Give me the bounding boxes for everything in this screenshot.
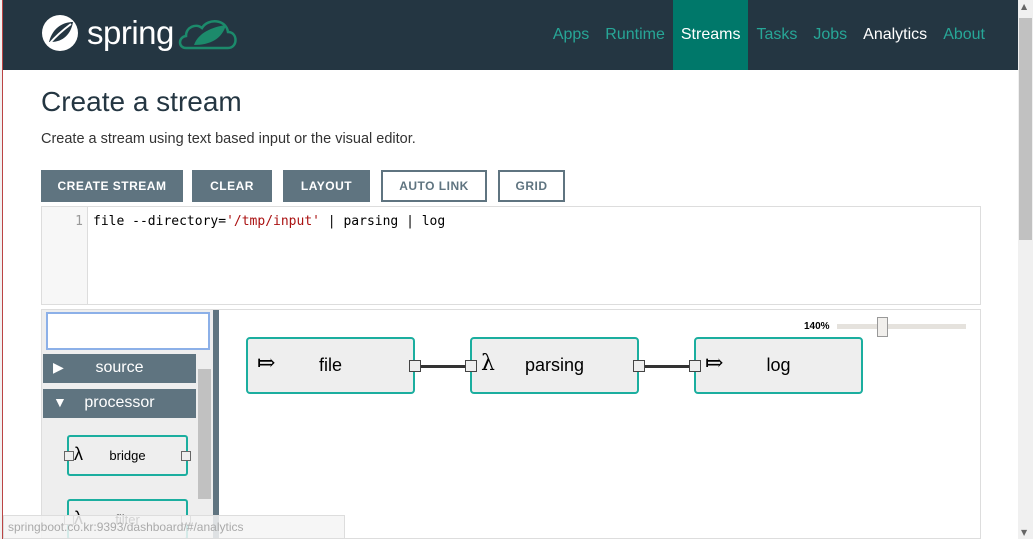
node-label: parsing <box>524 355 585 375</box>
nav-jobs[interactable]: Jobs <box>805 0 855 70</box>
link-parsing-log[interactable] <box>643 365 695 368</box>
cloud-leaf-icon <box>178 20 237 50</box>
group-label: source <box>95 359 144 376</box>
input-port[interactable] <box>465 360 477 372</box>
nav-tasks[interactable]: Tasks <box>748 0 805 70</box>
scrollbar-thumb[interactable] <box>198 369 211 499</box>
scroll-up-icon[interactable]: ▲ <box>1021 2 1027 11</box>
code-string: '/tmp/input' <box>226 214 320 229</box>
node-label: file <box>318 355 342 375</box>
page-scrollbar[interactable]: ▲ ▼ <box>1018 0 1033 539</box>
brand-name: spring <box>87 14 174 51</box>
zoom-slider[interactable] <box>837 324 966 329</box>
node-parsing[interactable]: λ parsing <box>470 337 639 394</box>
output-port[interactable] <box>633 360 645 372</box>
scroll-down-icon[interactable]: ▼ <box>1021 528 1027 537</box>
zoom-label: 140% <box>804 321 830 332</box>
spring-leaf-icon <box>42 15 78 51</box>
line-number: 1 <box>42 207 88 304</box>
nav-apps[interactable]: Apps <box>545 0 597 70</box>
node-label: log <box>766 355 791 375</box>
node-file[interactable]: ⤇ file <box>246 337 415 394</box>
output-port <box>181 451 191 461</box>
page-subtitle: Create a stream using text based input o… <box>41 131 416 147</box>
main-nav: Apps Runtime Streams Tasks Jobs Analytic… <box>545 0 993 70</box>
app-header: spring Apps Runtime Streams Tasks Jobs A… <box>3 0 1018 70</box>
stream-text-editor[interactable]: 1 file --directory='/tmp/input' | parsin… <box>41 206 981 305</box>
stream-definition[interactable]: file --directory='/tmp/input' | parsing … <box>93 214 445 229</box>
grid-button[interactable]: GRID <box>498 170 565 202</box>
zoom-slider-handle[interactable] <box>877 317 888 337</box>
output-port[interactable] <box>409 360 421 372</box>
nav-analytics[interactable]: Analytics <box>855 0 935 70</box>
palette-group-source[interactable]: ▶ source <box>43 354 196 383</box>
group-label: processor <box>84 394 155 411</box>
palette-scrollbar[interactable] <box>198 354 211 538</box>
code-text: | parsing | log <box>319 214 446 229</box>
node-log[interactable]: ⤇ log <box>694 337 863 394</box>
input-port[interactable] <box>689 360 701 372</box>
page-title: Create a stream <box>41 86 242 117</box>
visual-editor: ▶source ▼processor λ bridge λ filter 140… <box>41 309 981 539</box>
palette-group-processor[interactable]: ▼ processor <box>43 389 196 418</box>
link-file-parsing[interactable] <box>419 365 471 368</box>
scrollbar-thumb[interactable] <box>1019 18 1032 240</box>
auto-link-button[interactable]: AUTO LINK <box>381 170 487 202</box>
nav-runtime[interactable]: Runtime <box>597 0 673 70</box>
palette-item-label: bridge <box>109 448 146 463</box>
create-stream-button[interactable]: CREATE STREAM <box>41 170 183 202</box>
code-text: file --directory= <box>93 214 227 229</box>
nav-about[interactable]: About <box>935 0 993 70</box>
status-bar-url: springboot.co.kr:9393/dashboard/#/analyt… <box>3 515 345 539</box>
nav-streams[interactable]: Streams <box>672 0 749 70</box>
window-edge <box>0 0 3 539</box>
flow-canvas[interactable]: 140% ⤇ file λ parsing ⤇ log <box>219 310 980 538</box>
clear-button[interactable]: CLEAR <box>192 170 272 202</box>
palette: ▶source ▼processor λ bridge λ filter <box>42 310 213 538</box>
palette-item-bridge[interactable]: λ bridge <box>64 435 191 476</box>
spring-logo[interactable]: spring <box>41 14 238 52</box>
layout-button[interactable]: LAYOUT <box>283 170 370 202</box>
palette-search-input[interactable] <box>46 312 210 350</box>
